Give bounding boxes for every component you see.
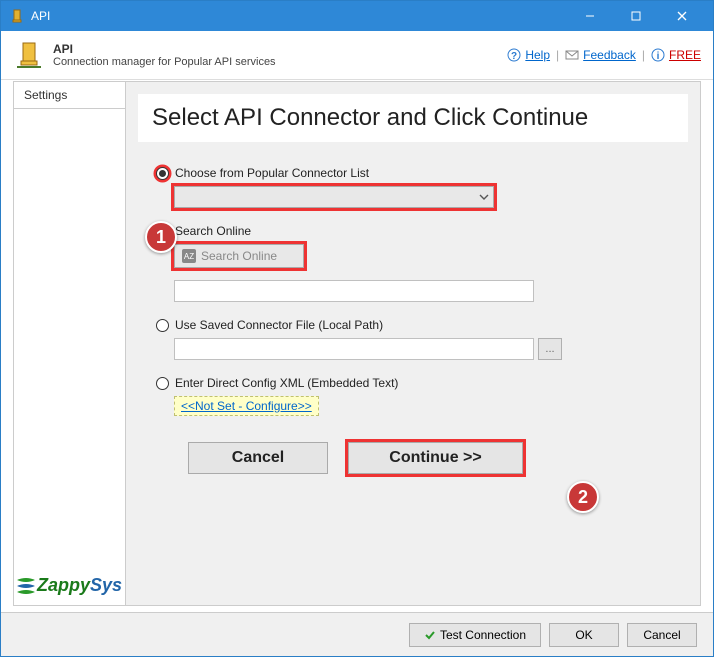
maximize-button[interactable]: [613, 1, 659, 31]
window-title: API: [31, 9, 567, 23]
label-saved-file: Use Saved Connector File (Local Path): [175, 318, 383, 332]
callout-1: 1: [145, 221, 177, 253]
sidebar: Settings: [14, 82, 126, 605]
search-icon: AZ: [181, 248, 197, 264]
mail-icon: [565, 48, 579, 62]
test-connection-button[interactable]: Test Connection: [409, 623, 541, 647]
footer: Test Connection OK Cancel: [1, 612, 713, 656]
search-online-input[interactable]: [174, 280, 534, 302]
label-search-online: Search Online: [175, 224, 251, 238]
help-link[interactable]: Help: [525, 48, 550, 62]
cancel-button[interactable]: Cancel: [188, 442, 328, 474]
header-strip: API Connection manager for Popular API s…: [1, 31, 713, 80]
main-panel: Select API Connector and Click Continue …: [126, 82, 700, 605]
ok-button[interactable]: OK: [549, 623, 619, 647]
svg-text:?: ?: [511, 51, 517, 62]
radio-direct-xml[interactable]: [156, 377, 169, 390]
page-title: Select API Connector and Click Continue: [152, 104, 674, 132]
titlebar: API: [1, 1, 713, 31]
minimize-button[interactable]: [567, 1, 613, 31]
window: API API Connection manager for Popular A…: [0, 0, 714, 657]
app-icon: [9, 8, 25, 24]
free-link[interactable]: FREE: [669, 48, 701, 62]
logo-icon: [15, 574, 37, 596]
close-button[interactable]: [659, 1, 705, 31]
header-title: API: [53, 42, 276, 56]
info-icon: i: [651, 48, 665, 62]
feedback-link[interactable]: Feedback: [583, 48, 636, 62]
saved-file-path-input[interactable]: [174, 338, 534, 360]
tab-settings[interactable]: Settings: [14, 82, 125, 109]
chevron-down-icon: [479, 192, 489, 202]
callout-2: 2: [567, 481, 599, 513]
header-links: ? Help | Feedback | i FREE: [507, 48, 701, 62]
label-direct-xml: Enter Direct Config XML (Embedded Text): [175, 376, 398, 390]
help-icon: ?: [507, 48, 521, 62]
browse-button[interactable]: ...: [538, 338, 562, 360]
radio-saved-file[interactable]: [156, 319, 169, 332]
footer-cancel-button[interactable]: Cancel: [627, 623, 697, 647]
radio-popular-list[interactable]: [156, 167, 169, 180]
search-online-button-label: Search Online: [201, 249, 277, 263]
content-area: Settings Select API Connector and Click …: [13, 81, 701, 606]
svg-text:i: i: [657, 51, 660, 62]
search-online-button[interactable]: AZ Search Online: [174, 244, 304, 268]
check-icon: [424, 629, 436, 641]
svg-text:AZ: AZ: [184, 252, 194, 261]
zappysys-logo: ZappySys: [15, 574, 122, 596]
configure-xml-link[interactable]: <<Not Set - Configure>>: [174, 396, 319, 416]
header-app-icon: [13, 39, 45, 71]
label-popular-list: Choose from Popular Connector List: [175, 166, 369, 180]
continue-button[interactable]: Continue >>: [348, 442, 523, 474]
popular-connector-dropdown[interactable]: [174, 186, 494, 208]
header-subtitle: Connection manager for Popular API servi…: [53, 56, 276, 68]
